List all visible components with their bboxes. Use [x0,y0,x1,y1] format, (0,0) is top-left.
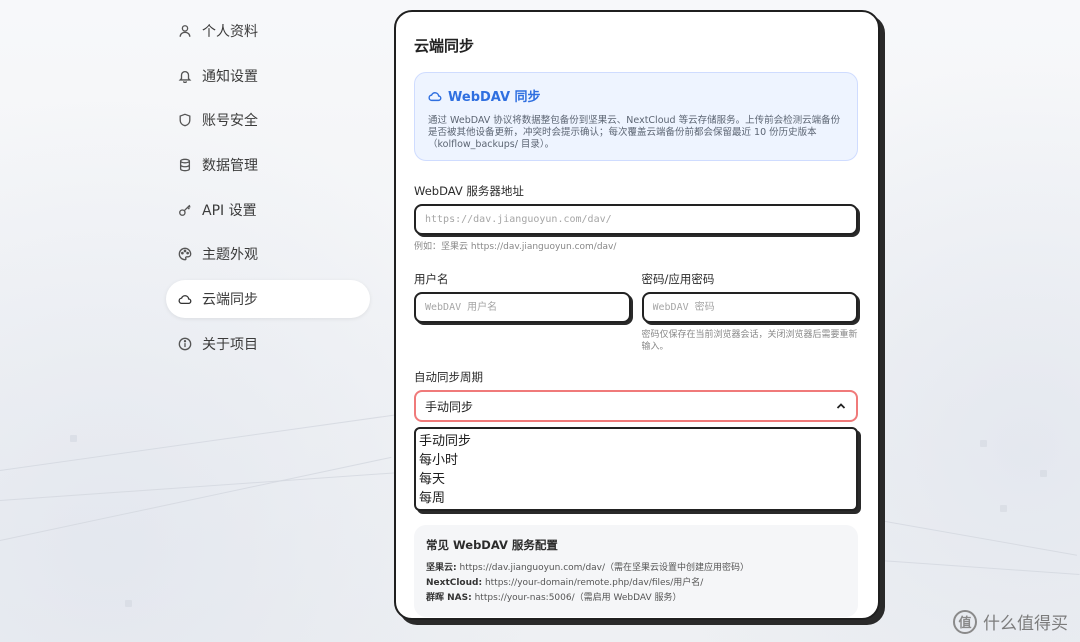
sidebar-item-label: 云端同步 [202,292,258,309]
chevron-up-icon [836,403,846,409]
watermark-logo-icon: 值 [953,609,977,634]
service-value: https://your-domain/remote.php/dav/files… [484,578,704,588]
username-label: 用户名 [414,272,449,286]
sidebar-item-label: 数据管理 [202,158,258,175]
credentials-row: 用户名 密码/应用密码 密码仅保存在当前浏览器会话，关闭浏览器后需要重新输入。 [414,271,858,353]
service-name: 群晖 NAS: [426,593,472,603]
cloud-icon [428,91,442,101]
key-icon [178,203,192,217]
sidebar-item-notifications[interactable]: 通知设置 [166,57,370,95]
service-value: https://your-nas:5006/（需启用 WebDAV 服务） [474,593,682,603]
option-weekly[interactable]: 每周 [419,489,853,508]
option-daily[interactable]: 每天 [419,470,853,489]
watermark-text: 什么值得买 [983,614,1068,634]
cloud-icon [178,292,192,306]
palette-icon [178,247,192,261]
sidebar-item-label: API 设置 [202,202,257,219]
sidebar-item-label: 关于项目 [202,336,258,353]
sync-period-dropdown: 手动同步 每小时 每天 每周 [414,427,858,511]
common-service-line: NextCloud: https://your-domain/remote.ph… [426,576,846,591]
sync-period-value: 手动同步 [425,399,474,414]
settings-sidebar: 个人资料 通知设置 账号安全 数据管理 API 设置 主题外观 云端同步 关于项… [166,12,370,370]
cloud-sync-panel: 云端同步 WebDAV 同步 通过 WebDAV 协议将数据整包备份到坚果云、N… [394,10,880,620]
server-url-label: WebDAV 服务器地址 [414,184,524,198]
user-icon [178,24,192,38]
sidebar-item-theme[interactable]: 主题外观 [166,235,370,273]
common-services-box: 常见 WebDAV 服务配置 坚果云: https://dav.jianguoy… [414,525,858,617]
sidebar-item-about[interactable]: 关于项目 [166,325,370,363]
info-icon [178,337,192,351]
info-title-text: WebDAV 同步 [448,90,541,105]
password-label: 密码/应用密码 [641,272,715,286]
username-input[interactable] [414,292,631,323]
service-value: https://dav.jianguoyun.com/dav/（需在坚果云设置中… [459,563,750,573]
sidebar-item-data[interactable]: 数据管理 [166,146,370,184]
common-service-line: 群晖 NAS: https://your-nas:5006/（需启用 WebDA… [426,591,846,606]
page-title: 云端同步 [414,37,475,55]
option-manual[interactable]: 手动同步 [419,432,853,451]
password-hint: 密码仅保存在当前浏览器会话，关闭浏览器后需要重新输入。 [641,330,858,352]
option-hourly[interactable]: 每小时 [419,451,853,470]
sidebar-item-label: 账号安全 [202,113,258,130]
password-input[interactable] [641,292,858,323]
server-url-input[interactable] [414,204,858,235]
sync-period-label: 自动同步周期 [414,370,483,384]
sidebar-item-security[interactable]: 账号安全 [166,101,370,139]
sidebar-item-profile[interactable]: 个人资料 [166,12,370,50]
info-box-title: WebDAV 同步 [428,86,843,105]
username-field-group: 用户名 [414,271,631,353]
shield-icon [178,113,192,127]
service-name: 坚果云: [426,563,457,573]
sidebar-item-label: 个人资料 [202,24,258,40]
common-service-line: 坚果云: https://dav.jianguoyun.com/dav/（需在坚… [426,561,846,576]
database-icon [178,158,192,172]
server-url-hint: 例如：坚果云 https://dav.jianguoyun.com/dav/ [414,242,617,252]
password-field-group: 密码/应用密码 密码仅保存在当前浏览器会话，关闭浏览器后需要重新输入。 [641,271,858,353]
sidebar-item-api[interactable]: API 设置 [166,191,370,229]
sync-period-select[interactable]: 手动同步 [414,390,858,422]
sidebar-item-cloud-sync[interactable]: 云端同步 [166,280,370,319]
service-name: NextCloud: [426,578,483,588]
watermark: 值 什么值得买 [953,609,1068,634]
bell-icon [178,69,192,83]
common-services-title: 常见 WebDAV 服务配置 [426,538,558,552]
webdav-info-box: WebDAV 同步 通过 WebDAV 协议将数据整包备份到坚果云、NextCl… [414,72,858,161]
info-description: 通过 WebDAV 协议将数据整包备份到坚果云、NextCloud 等云存储服务… [428,115,841,150]
sidebar-item-label: 主题外观 [202,247,258,264]
sidebar-item-label: 通知设置 [202,68,258,85]
